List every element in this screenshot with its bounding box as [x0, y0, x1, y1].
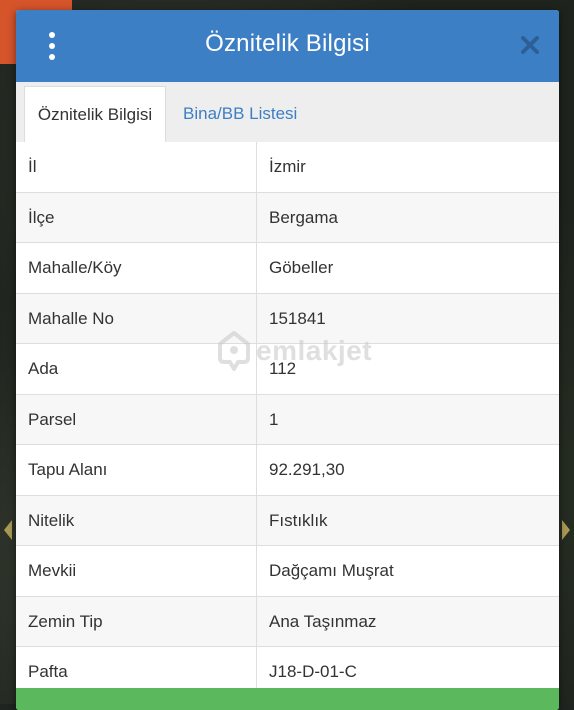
- attribute-value: İzmir: [269, 157, 306, 176]
- attribute-value: 151841: [269, 308, 326, 328]
- table-row: Nitelik Fıstıklık: [16, 495, 559, 546]
- table-row: Mevkii Dağçamı Muşrat: [16, 546, 559, 597]
- tab-attribute-info[interactable]: Öznitelik Bilgisi: [24, 86, 166, 142]
- table-row: Parsel 1: [16, 394, 559, 445]
- attribute-key: Parsel: [16, 394, 257, 444]
- attribute-key: Mevkii: [16, 546, 257, 596]
- attribute-key: Zemin Tip: [16, 596, 257, 646]
- attribute-value: Bergama: [269, 207, 338, 227]
- attribute-key: Mahalle No: [16, 293, 257, 343]
- prev-arrow-icon[interactable]: [4, 520, 12, 540]
- attribute-key: Mahalle/Köy: [16, 243, 257, 293]
- table-row: İlçe Bergama: [16, 192, 559, 243]
- attribute-table: İl İzmir İlçe Bergama Mahalle/Köy Göbell…: [16, 142, 559, 698]
- attribute-key: Ada: [16, 344, 257, 394]
- table-row: Mahalle No 151841: [16, 293, 559, 344]
- next-arrow-icon[interactable]: [562, 520, 570, 540]
- dialog-header: Öznitelik Bilgisi: [16, 10, 559, 82]
- table-row: İl İzmir: [16, 142, 559, 193]
- close-icon[interactable]: [519, 34, 541, 56]
- attribute-key: Tapu Alanı: [16, 445, 257, 495]
- attribute-value: Ana Taşınmaz: [269, 611, 377, 631]
- attribute-dialog: Öznitelik Bilgisi Öznitelik Bilgisi Bina…: [16, 10, 559, 710]
- attribute-key: Nitelik: [16, 495, 257, 545]
- table-row: Ada 112: [16, 344, 559, 395]
- attribute-value: 112: [269, 359, 297, 378]
- attribute-value: Dağçamı Muşrat: [269, 561, 394, 580]
- attribute-key: İl: [16, 142, 257, 192]
- tab-bar: Öznitelik Bilgisi Bina/BB Listesi: [16, 82, 559, 143]
- footer-action-bar[interactable]: [16, 688, 559, 710]
- attribute-value: Göbeller: [269, 258, 334, 277]
- attribute-key: İlçe: [16, 192, 257, 242]
- table-row: Zemin Tip Ana Taşınmaz: [16, 596, 559, 647]
- table-row: Mahalle/Köy Göbeller: [16, 243, 559, 294]
- table-row: Tapu Alanı 92.291,30: [16, 445, 559, 496]
- dialog-title: Öznitelik Bilgisi: [205, 30, 370, 57]
- attribute-value: 1: [269, 409, 279, 429]
- attribute-value: Fıstıklık: [269, 510, 328, 530]
- tab-building-list[interactable]: Bina/BB Listesi: [171, 86, 309, 142]
- attribute-value: 92.291,30: [269, 460, 345, 479]
